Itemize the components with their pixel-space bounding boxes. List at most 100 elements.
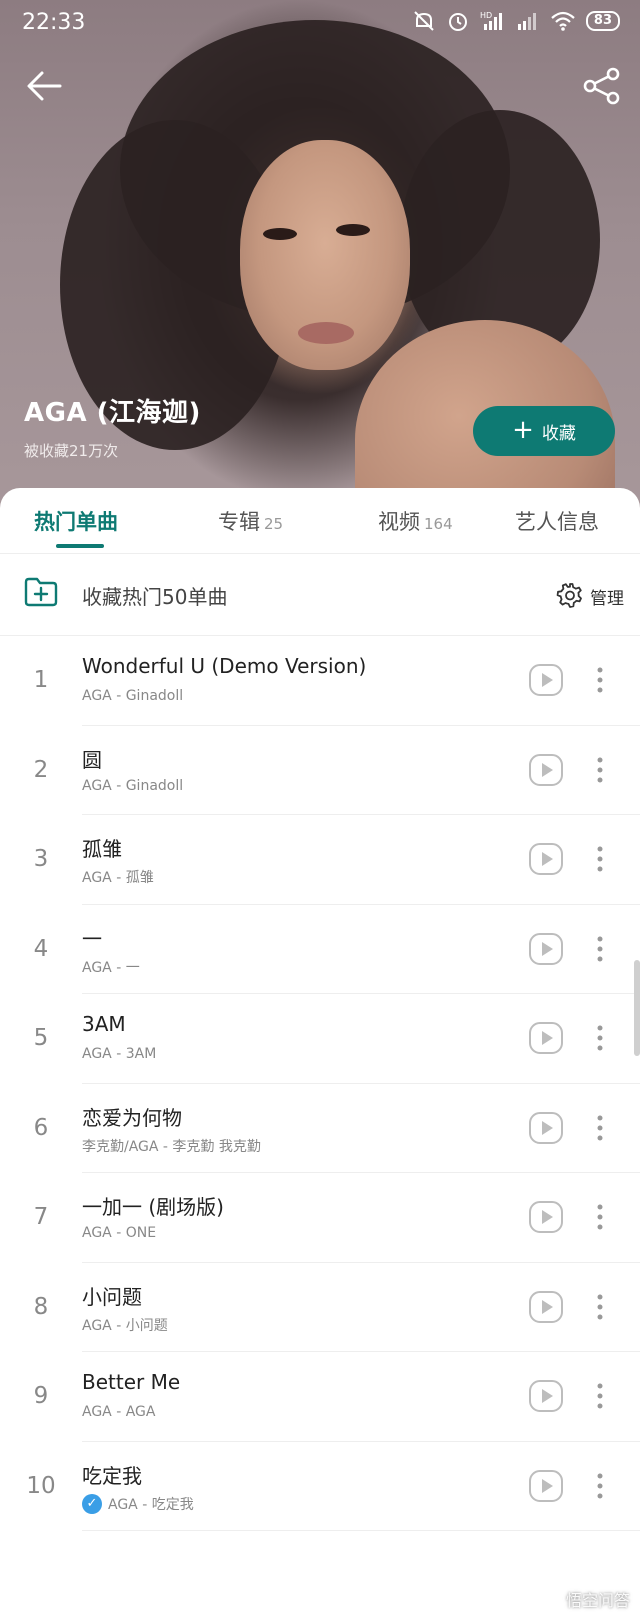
hero-photo-lips	[298, 322, 354, 344]
song-title: Better Me	[82, 1370, 181, 1394]
manage-label: 管理	[590, 588, 624, 609]
more-options-icon[interactable]	[588, 662, 612, 698]
watermark-logo-icon	[534, 1590, 559, 1608]
song-subtitle: 李克勤/AGA - 李克勤 我克勤	[82, 1136, 261, 1156]
more-options-icon[interactable]	[588, 1199, 612, 1235]
song-title: 小问题	[82, 1284, 142, 1309]
play-video-icon[interactable]	[528, 1020, 564, 1056]
song-title: 一	[82, 926, 102, 951]
tab-hot-songs[interactable]: 热门单曲	[34, 506, 118, 536]
song-subtitle: AGA - Ginadoll	[82, 688, 183, 704]
play-video-icon[interactable]	[528, 931, 564, 967]
play-video-icon[interactable]	[528, 1199, 564, 1235]
song-title: 恋爱为何物	[82, 1105, 182, 1130]
song-subtitle: AGA - Ginadoll	[82, 778, 183, 794]
song-rank: 3	[33, 846, 49, 872]
song-rank: 2	[33, 756, 49, 783]
more-options-icon[interactable]	[588, 1468, 612, 1504]
song-row[interactable]: 7 一加一 (剧场版) AGA - ONE	[0, 1173, 640, 1263]
tab-artist-info[interactable]: 艺人信息	[515, 506, 599, 536]
more-options-icon[interactable]	[588, 1110, 612, 1146]
more-options-icon[interactable]	[588, 1020, 612, 1056]
content-sheet: 热门单曲 专辑 25 视频 164 艺人信息 收藏热门50单曲 管理 1 Won…	[0, 488, 640, 1619]
tab-bar: 热门单曲 专辑 25 视频 164 艺人信息	[0, 488, 640, 554]
song-row[interactable]: 9 Better Me AGA - AGA	[0, 1352, 640, 1442]
hero-photo-eye-right	[336, 224, 370, 236]
hero-photo-eye-left	[263, 228, 297, 240]
song-subtitle: AGA - 小问题	[82, 1315, 168, 1335]
active-tab-indicator	[56, 544, 104, 548]
play-video-icon[interactable]	[528, 1468, 564, 1504]
alarm-icon	[448, 13, 467, 31]
collect-top-songs-label: 收藏热门50单曲	[82, 585, 228, 609]
tab-label: 热门单曲	[34, 510, 118, 534]
tab-count: 25	[264, 515, 284, 533]
song-rank: 4	[33, 935, 49, 962]
more-options-icon[interactable]	[588, 752, 612, 788]
song-row[interactable]: 10 吃定我 ✓ AGA - 吃定我	[0, 1442, 640, 1532]
song-row[interactable]: 8 小问题 AGA - 小问题	[0, 1263, 640, 1353]
song-subtitle: AGA - 3AM	[82, 1046, 156, 1062]
more-options-icon[interactable]	[588, 1289, 612, 1325]
tab-count: 164	[424, 515, 453, 533]
status-time: 22:33	[22, 10, 86, 35]
song-row[interactable]: 1 Wonderful U (Demo Version) AGA - Ginad…	[0, 636, 640, 726]
song-artist-album: AGA - 3AM	[82, 1046, 157, 1062]
artist-hero: 22:33 HD 83 AGA (江海迦) 被收藏21万次 + 收藏	[0, 0, 640, 510]
tab-label: 专辑	[218, 510, 260, 534]
song-subtitle: AGA - ONE	[82, 1225, 156, 1241]
arrow-left-icon[interactable]	[24, 66, 64, 106]
song-title: 一加一 (剧场版)	[82, 1195, 224, 1219]
tab-label: 艺人信息	[515, 510, 599, 534]
artist-name: AGA (江海迦)	[24, 398, 201, 428]
scrollbar[interactable]	[634, 960, 640, 1056]
tab-albums[interactable]: 专辑 25	[218, 506, 283, 536]
play-video-icon[interactable]	[528, 752, 564, 788]
play-video-icon[interactable]	[528, 1378, 564, 1414]
tab-videos[interactable]: 视频 164	[378, 506, 453, 536]
song-title: 吃定我	[82, 1463, 142, 1488]
song-rank: 7	[33, 1204, 49, 1230]
song-subtitle: AGA - 孤雏	[82, 867, 154, 887]
manage-button[interactable]: 管理	[556, 582, 624, 610]
song-rank: 5	[33, 1025, 49, 1051]
battery-icon: 83	[585, 11, 620, 31]
play-video-icon[interactable]	[528, 1289, 564, 1325]
hd-signal-icon: HD	[480, 11, 502, 30]
song-row[interactable]: 5 3AM AGA - 3AM	[0, 994, 640, 1084]
song-subtitle: ✓ AGA - 吃定我	[82, 1493, 194, 1514]
song-artist-album: AGA - Ginadoll	[82, 777, 184, 794]
more-options-icon[interactable]	[588, 1378, 612, 1414]
status-bar: 22:33 HD 83	[0, 0, 640, 48]
song-artist-album: 李克勤/AGA - 李克勤 我克勤	[82, 1138, 261, 1155]
song-rank: 10	[26, 1472, 56, 1499]
song-title: 圆	[82, 747, 102, 772]
song-title: 3AM	[82, 1012, 126, 1036]
song-row[interactable]: 2 圆 AGA - Ginadoll	[0, 726, 640, 816]
song-list: 1 Wonderful U (Demo Version) AGA - Ginad…	[0, 636, 640, 1531]
song-rank: 9	[33, 1383, 49, 1409]
more-options-icon[interactable]	[588, 841, 612, 877]
verified-check-icon: ✓	[82, 1493, 102, 1514]
song-artist-album: AGA - 小问题	[82, 1317, 168, 1334]
song-artist-album: AGA - Ginadoll	[82, 688, 184, 704]
collect-top-songs-row[interactable]: 收藏热门50单曲 管理	[0, 554, 640, 636]
svg-text:HD: HD	[480, 11, 492, 20]
play-video-icon[interactable]	[528, 662, 564, 698]
gear-icon	[556, 583, 582, 608]
song-row[interactable]: 4 一 AGA - 一	[0, 905, 640, 995]
song-artist-album: AGA - 一	[82, 959, 140, 976]
song-subtitle: AGA - 一	[82, 957, 140, 977]
follow-artist-button[interactable]: + 收藏	[473, 406, 615, 456]
song-subtitle: AGA - AGA	[82, 1404, 155, 1420]
share-icon[interactable]	[582, 66, 622, 106]
play-video-icon[interactable]	[528, 1110, 564, 1146]
artist-favorites-count: 被收藏21万次	[24, 442, 119, 460]
song-row[interactable]: 6 恋爱为何物 李克勤/AGA - 李克勤 我克勤	[0, 1084, 640, 1174]
plus-icon: +	[512, 415, 534, 445]
song-artist-album: AGA - AGA	[82, 1404, 156, 1420]
more-options-icon[interactable]	[588, 931, 612, 967]
play-video-icon[interactable]	[528, 841, 564, 877]
song-row[interactable]: 3 孤雏 AGA - 孤雏	[0, 815, 640, 905]
wifi-icon	[551, 11, 575, 31]
